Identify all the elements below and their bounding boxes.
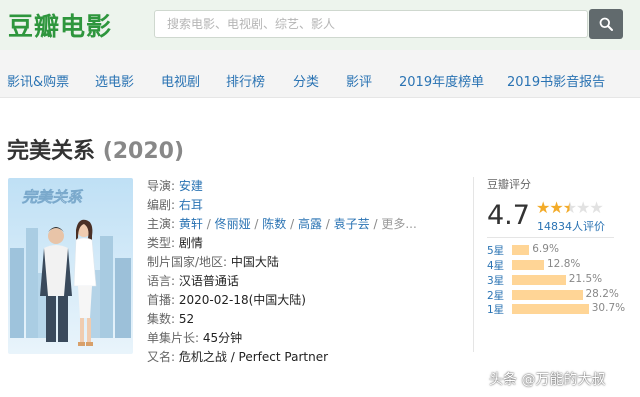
distribution-star-label: 2星 xyxy=(487,290,505,302)
nav-item-explore[interactable]: 选电影 xyxy=(95,71,134,90)
runtime-label: 单集片长: xyxy=(147,331,200,345)
distribution-percent: 6.9% xyxy=(532,243,559,255)
distribution-star-label: 1星 xyxy=(487,304,505,316)
cast-more-link[interactable]: 更多... xyxy=(381,217,416,231)
distribution-bar xyxy=(512,290,583,300)
distribution-bar xyxy=(512,245,530,255)
star-empty-icon: ★ xyxy=(576,198,590,217)
info-aka: 又名: 危机之战 / Perfect Partner xyxy=(147,348,328,366)
distribution-percent: 21.5% xyxy=(568,273,603,285)
info-runtime: 单集片长: 45分钟 xyxy=(147,329,242,347)
cast-link[interactable]: 袁子芸 xyxy=(334,217,370,231)
nav-item-charts[interactable]: 排行榜 xyxy=(226,71,265,90)
country-label: 制片国家/地区: xyxy=(147,255,228,269)
title-text: 完美关系 xyxy=(7,139,96,164)
site-logo[interactable]: 豆瓣电影 xyxy=(8,7,112,43)
aka-label: 又名: xyxy=(147,350,176,364)
info-episodes: 集数: 52 xyxy=(147,310,194,328)
runtime-value: 45分钟 xyxy=(202,331,243,345)
language-value: 汉语普通话 xyxy=(178,274,239,288)
info-language: 语言: 汉语普通话 xyxy=(147,272,239,290)
distribution-star-label: 5星 xyxy=(487,245,505,257)
page-title: 完美关系 (2020) xyxy=(7,133,184,165)
writer-label: 编剧: xyxy=(147,198,176,212)
cast-separator: / xyxy=(369,217,382,231)
cast-label: 主演: xyxy=(147,217,176,231)
distribution-star-label: 3星 xyxy=(487,275,505,287)
director-link[interactable]: 安建 xyxy=(179,179,203,193)
distribution-percent: 12.8% xyxy=(547,258,581,270)
info-genre: 类型: 剧情 xyxy=(147,234,203,252)
genre-label: 类型: xyxy=(147,236,176,250)
cast-separator: / xyxy=(286,217,298,231)
episodes-value: 52 xyxy=(178,312,195,326)
poster-image[interactable]: 完美关系 xyxy=(8,178,133,354)
aka-value: 危机之战 / Perfect Partner xyxy=(178,350,329,364)
search-icon xyxy=(599,17,613,31)
premiere-label: 首播: xyxy=(147,293,176,307)
cast-separator: / xyxy=(321,217,334,231)
episodes-label: 集数: xyxy=(147,312,176,326)
cast-separator: / xyxy=(202,217,215,231)
distribution-percent: 28.2% xyxy=(585,288,619,300)
rating-divider xyxy=(473,177,474,352)
info-country: 制片国家/地区: 中国大陆 xyxy=(147,253,279,271)
distribution-star-label: 4星 xyxy=(487,260,505,272)
cast-link[interactable]: 黄轩 xyxy=(179,217,203,231)
cast-link[interactable]: 佟丽娅 xyxy=(215,217,251,231)
premiere-value: 2020-02-18(中国大陆) xyxy=(178,293,306,307)
distribution-percent: 30.7% xyxy=(591,302,626,314)
rating-score: 4.7 xyxy=(487,200,530,231)
cast-link[interactable]: 高露 xyxy=(298,217,322,231)
title-year: (2020) xyxy=(102,139,185,164)
rating-label: 豆瓣评分 xyxy=(487,178,531,191)
cast-separator: / xyxy=(250,217,263,231)
nav-item-categories[interactable]: 分类 xyxy=(293,71,319,90)
country-value: 中国大陆 xyxy=(230,255,279,269)
svg-text:完美关系: 完美关系 xyxy=(22,188,84,206)
search-box[interactable] xyxy=(154,10,588,38)
search-input[interactable] xyxy=(155,11,587,37)
language-label: 语言: xyxy=(147,274,176,288)
nav-item-annual-report[interactable]: 2019书影音报告 xyxy=(507,71,605,90)
genre-value: 剧情 xyxy=(178,236,203,250)
star-empty-icon: ★ xyxy=(589,198,603,217)
nav-item-reviews[interactable]: 影评 xyxy=(346,71,372,90)
half-star-icon: ★ xyxy=(562,198,577,217)
cast-link[interactable]: 陈数 xyxy=(262,217,286,231)
watermark: 头条 @万能的大叔 xyxy=(489,372,606,388)
distribution-bar xyxy=(512,260,544,270)
distribution-bar xyxy=(512,275,566,285)
main-nav: 影讯&购票 选电影 电视剧 排行榜 分类 影评 2019年度榜单 2019书影音… xyxy=(0,50,640,98)
info-writer: 编剧: 右耳 xyxy=(147,196,203,214)
nav-item-tv[interactable]: 电视剧 xyxy=(161,71,200,90)
search-button[interactable] xyxy=(589,9,623,39)
star-icon: ★ xyxy=(549,198,563,217)
top-bar: 豆瓣电影 xyxy=(0,0,640,50)
rating-stars: ★★★★★ xyxy=(536,198,604,217)
nav-item-tickets[interactable]: 影讯&购票 xyxy=(7,71,69,90)
director-label: 导演: xyxy=(147,179,176,193)
nav-item-annual-list[interactable]: 2019年度榜单 xyxy=(399,71,484,90)
distribution-bar xyxy=(512,304,589,314)
rating-separator xyxy=(487,237,614,238)
info-premiere: 首播: 2020-02-18(中国大陆) xyxy=(147,291,306,309)
poster-illustration: 完美关系 xyxy=(8,178,133,354)
info-director: 导演: 安建 xyxy=(147,177,203,195)
rating-count-link[interactable]: 14834人评价 xyxy=(537,218,605,234)
writer-link[interactable]: 右耳 xyxy=(179,198,203,212)
info-cast: 主演: 黄轩 / 佟丽娅 / 陈数 / 高露 / 袁子芸 / 更多... xyxy=(147,215,417,233)
star-icon: ★ xyxy=(536,198,550,217)
